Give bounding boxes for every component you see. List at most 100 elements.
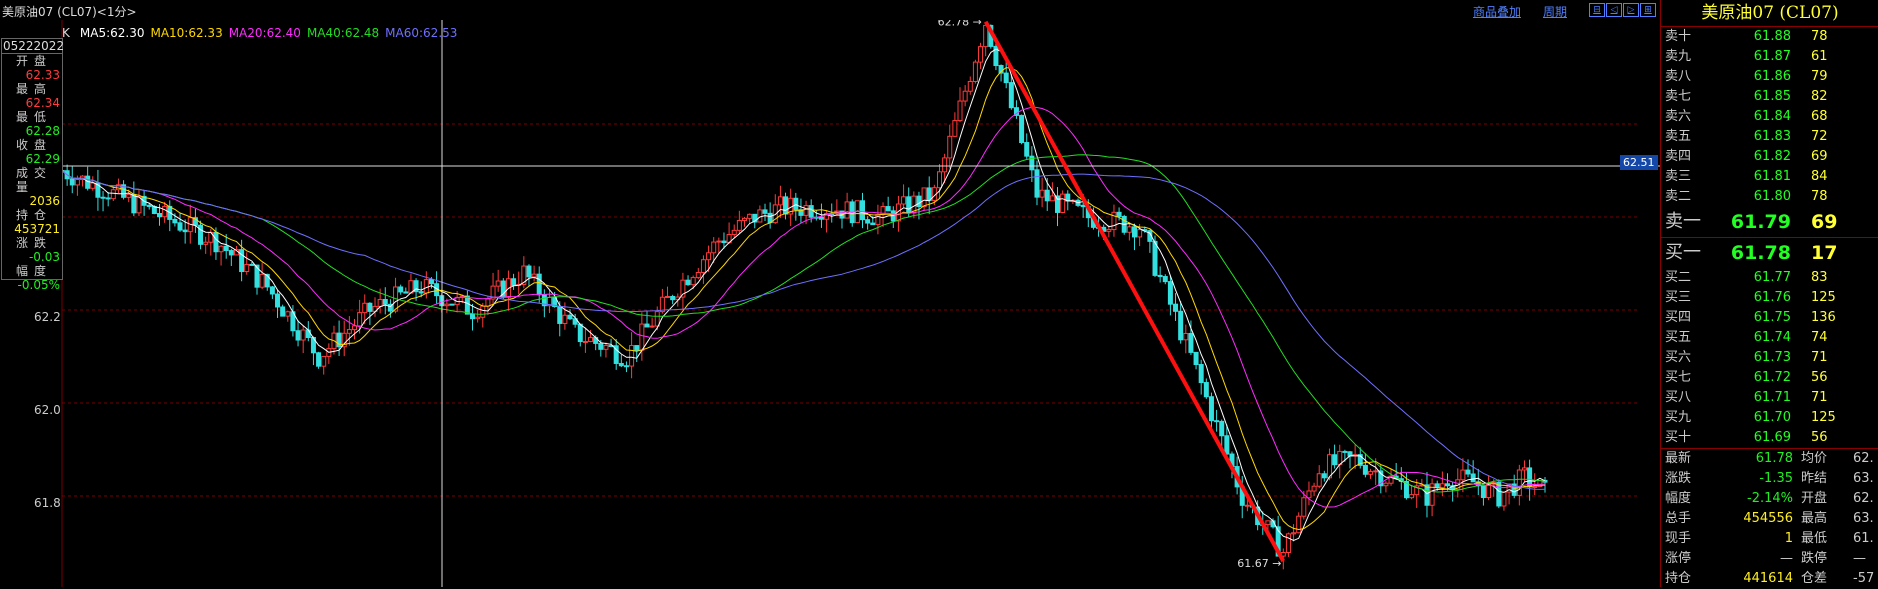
ask-qty: 61	[1811, 49, 1828, 64]
ask-row[interactable]: 卖九 61.87 61	[1661, 47, 1878, 67]
candle-body	[203, 241, 209, 245]
candle-body	[1291, 532, 1297, 535]
bid-row[interactable]: 买十 61.69 56	[1661, 428, 1878, 448]
left-arrow-icon[interactable]: ◁	[1606, 3, 1622, 17]
bid-row[interactable]: 买二 61.77 83	[1661, 268, 1878, 288]
bid-price: 61.74	[1753, 330, 1791, 345]
candle-body	[244, 263, 250, 273]
ask-row[interactable]: 卖五 61.83 72	[1661, 127, 1878, 147]
kline-chart[interactable]: 62.78 → 61.67 →	[0, 20, 1660, 587]
candle-body	[618, 362, 624, 367]
stat-label-2: 最低	[1801, 531, 1828, 546]
stat-row: 总手 454556 最高 63.	[1661, 509, 1878, 529]
stat-value: 454556	[1743, 511, 1793, 526]
stat-label-2: 跌停	[1801, 551, 1828, 566]
candle-body	[1060, 193, 1066, 213]
stat-value: 61.78	[1755, 451, 1793, 466]
candle-body	[777, 196, 783, 206]
candle-body	[870, 222, 876, 226]
candle-body	[1362, 464, 1368, 475]
candle-body	[100, 196, 106, 199]
candle-body	[305, 329, 311, 339]
candle-body	[428, 279, 434, 285]
candle-body	[690, 277, 696, 286]
candle-body	[1039, 189, 1045, 198]
candle-body	[249, 263, 255, 266]
right-arrow-icon[interactable]: ▷	[1623, 3, 1639, 17]
stat-value: 1	[1784, 531, 1793, 546]
ask-price: 61.82	[1753, 149, 1791, 164]
candle-body	[1131, 226, 1137, 238]
ma40-line	[61, 154, 1546, 493]
chart-title: 美原油07 (CL07)<1分>	[2, 5, 137, 19]
bid-row[interactable]: 买一 61.78 17	[1661, 238, 1878, 268]
zoom-in-icon[interactable]: ⊞	[1640, 3, 1656, 17]
high-annotation: 62.78 →	[938, 20, 982, 29]
candle-body	[1003, 72, 1009, 84]
ask-row[interactable]: 卖三 61.81 84	[1661, 167, 1878, 187]
ask-qty: 78	[1811, 189, 1828, 204]
bid-row[interactable]: 买五 61.74 74	[1661, 328, 1878, 348]
overlay-product-link[interactable]: 商品叠加	[1473, 3, 1521, 20]
ask-price: 61.83	[1753, 129, 1791, 144]
candle-body	[1024, 142, 1030, 157]
candle-body	[1183, 332, 1189, 341]
stat-value-2: 63.	[1853, 511, 1874, 526]
ohlc-label: 最低	[16, 110, 53, 124]
ask-row[interactable]: 卖十 61.88 78	[1661, 27, 1878, 47]
candle-body	[511, 278, 517, 286]
ask-level: 卖二	[1665, 189, 1692, 204]
ask-row[interactable]: 卖一 61.79 69	[1661, 207, 1878, 237]
y-label-62.0: 62.0	[34, 403, 61, 417]
bid-level: 买六	[1665, 350, 1692, 365]
candle-body	[1214, 420, 1220, 423]
ask-level: 卖五	[1665, 129, 1692, 144]
candle-body	[706, 252, 712, 261]
period-link[interactable]: 周期	[1543, 3, 1567, 20]
candle-body	[1244, 504, 1250, 507]
ask-row[interactable]: 卖四 61.82 69	[1661, 147, 1878, 167]
ask-price: 61.88	[1753, 29, 1791, 44]
candle-body	[162, 205, 168, 218]
bid-level: 买四	[1665, 310, 1692, 325]
ask-level: 卖十	[1665, 29, 1692, 44]
bid-qty: 74	[1811, 330, 1828, 345]
bid-level: 买一	[1665, 242, 1701, 263]
candle-body	[156, 213, 162, 218]
bid-row[interactable]: 买七 61.72 56	[1661, 368, 1878, 388]
candle-body	[1188, 332, 1194, 353]
candle-body	[444, 303, 450, 307]
bid-row[interactable]: 买九 61.70 125	[1661, 408, 1878, 428]
bid-row[interactable]: 买四 61.75 136	[1661, 308, 1878, 328]
ask-row[interactable]: 卖二 61.80 78	[1661, 187, 1878, 207]
candle-body	[269, 286, 275, 295]
stat-label-2: 仓差	[1801, 571, 1828, 586]
candle-body	[634, 345, 640, 351]
ask-qty: 82	[1811, 89, 1828, 104]
candle-body	[418, 291, 424, 294]
ask-row[interactable]: 卖六 61.84 68	[1661, 107, 1878, 127]
zoom-out-icon[interactable]: ⊟	[1589, 3, 1605, 17]
candle-body	[536, 273, 542, 296]
ohlc-value: 62.29	[25, 152, 60, 166]
bid-row[interactable]: 买八 61.71 71	[1661, 388, 1878, 408]
candle-body	[1332, 454, 1338, 466]
bid-row[interactable]: 买三 61.76 125	[1661, 288, 1878, 308]
candle-body	[1383, 482, 1389, 487]
candle-body	[346, 329, 352, 334]
ask-row[interactable]: 卖八 61.86 79	[1661, 67, 1878, 87]
candle-body	[1137, 229, 1143, 238]
ohlc-value: 62.34	[25, 96, 60, 110]
candle-body	[495, 280, 501, 287]
ma5-label: MA5:62.30	[79, 26, 145, 40]
candle-body	[1034, 169, 1040, 198]
ask-level: 卖八	[1665, 69, 1692, 84]
ask-row[interactable]: 卖七 61.85 82	[1661, 87, 1878, 107]
bid-row[interactable]: 买六 61.73 71	[1661, 348, 1878, 368]
bid-qty: 125	[1811, 410, 1836, 425]
candle-body	[1521, 467, 1527, 471]
stat-value-2: -57	[1853, 571, 1875, 586]
stat-label-2: 开盘	[1801, 491, 1828, 506]
ask-level: 卖七	[1665, 89, 1692, 104]
stat-label: 持仓	[1665, 571, 1692, 586]
